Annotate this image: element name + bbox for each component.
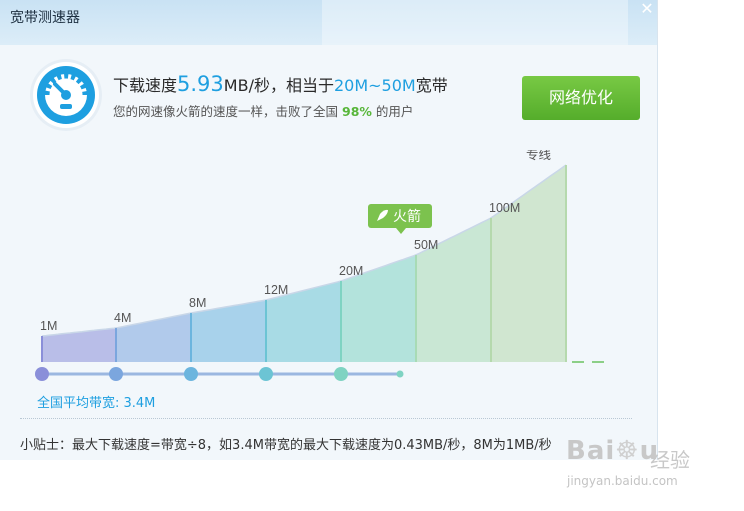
tier-label: 4M: [114, 311, 131, 325]
tier-label: 12M: [264, 283, 288, 297]
progress-dot: [184, 367, 198, 381]
bandwidth-range: 20M~50M: [333, 76, 416, 95]
bandwidth-suffix: 宽带: [415, 76, 448, 95]
tip-text: 小贴士：最大下载速度=带宽÷8，如3.4M带宽的最大下载速度为0.43MB/秒，…: [20, 438, 552, 453]
bandwidth-chart: 1M 4M 8M 12M 20M 50M 100M 专线火箭: [35, 150, 604, 381]
rank-prefix: 您的网速像火箭的速度一样，击败了全国: [113, 104, 339, 119]
baidu-logo: Bai☸u: [566, 436, 660, 466]
speedometer-icon: [33, 62, 99, 128]
window-title: 宽带测速器: [10, 10, 80, 26]
speed-unit: MB/秒，相当于: [223, 76, 334, 95]
watermark-jingyan: 经验: [650, 448, 690, 472]
close-icon[interactable]: ✕: [637, 0, 657, 18]
rank-text: 您的网速像火箭的速度一样，击败了全国 98% 的用户: [113, 101, 413, 120]
tier-band-1: [42, 328, 116, 362]
rocket-badge-label: 火箭: [393, 208, 421, 225]
speed-prefix: 下载速度: [113, 76, 178, 95]
network-optimize-button[interactable]: 网络优化: [522, 76, 640, 120]
rank-percent: 98%: [342, 104, 372, 119]
title-bar: 宽带测速器 ✕: [0, 0, 657, 45]
speed-value: 5.93: [177, 72, 224, 96]
rocket-badge-pointer: [396, 228, 406, 234]
progress-end-dot: [396, 370, 404, 378]
speed-test-window: 宽带测速器 ✕ 下载速度5.93MB/秒，相当于20M~50M宽带 您的网速像火…: [0, 0, 658, 460]
tier-band-7: [491, 165, 566, 362]
divider: [20, 418, 632, 419]
title-bar-highlight: [322, 0, 628, 45]
progress-dot: [259, 367, 273, 381]
progress-dot: [334, 367, 348, 381]
rank-suffix: 的用户: [375, 104, 414, 119]
tier-label: 8M: [189, 296, 206, 310]
tier-label: 1M: [40, 319, 57, 333]
progress-dot: [109, 367, 123, 381]
progress-dot: [35, 367, 49, 381]
tier-label: 50M: [414, 238, 438, 252]
watermark-url: jingyan.baidu.com: [567, 474, 678, 488]
tier-label: 100M: [489, 201, 520, 215]
tier-label: 专线: [526, 150, 552, 162]
national-average-label: 全国平均带宽: 3.4M: [37, 396, 156, 411]
tier-label: 20M: [339, 264, 363, 278]
speed-result: 下载速度5.93MB/秒，相当于20M~50M宽带: [113, 72, 448, 96]
